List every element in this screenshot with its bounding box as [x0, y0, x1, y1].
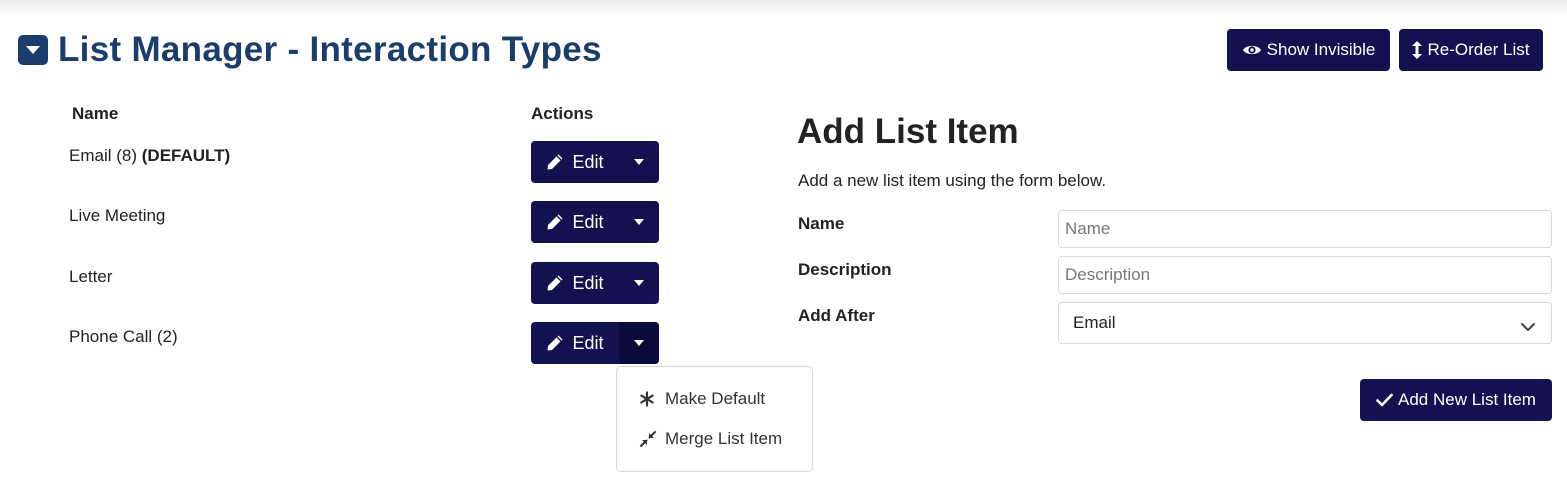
menu-item-merge-list-item[interactable]: Merge List Item: [639, 429, 782, 449]
name-label: Name: [798, 214, 845, 233]
dropdown-toggle[interactable]: [619, 141, 659, 183]
edit-button[interactable]: Edit: [531, 201, 619, 243]
edit-split-button: Edit: [531, 322, 659, 364]
table-row-name: Letter: [69, 267, 112, 287]
dropdown-toggle[interactable]: [619, 322, 659, 364]
form-title: Add List Item: [797, 112, 1019, 151]
pencil-icon: [546, 274, 572, 292]
caret-down-icon: [634, 280, 644, 286]
table-row-name: Phone Call (2): [69, 327, 178, 347]
edit-label: Edit: [572, 151, 604, 172]
caret-down-icon: [634, 219, 644, 225]
add-after-select[interactable]: Email: [1058, 302, 1552, 344]
page-header: List Manager - Interaction Types: [18, 28, 602, 72]
edit-split-button: Edit: [531, 201, 659, 243]
edit-button[interactable]: Edit: [531, 141, 619, 183]
eye-icon: [1242, 43, 1267, 57]
reorder-list-label: Re-Order List: [1427, 40, 1530, 59]
pencil-icon: [546, 153, 572, 171]
table-row-name: Email (8) (DEFAULT): [69, 146, 230, 166]
asterisk-icon: [639, 391, 659, 407]
page-title: List Manager - Interaction Types: [58, 30, 602, 69]
show-invisible-label: Show Invisible: [1266, 40, 1376, 59]
edit-label: Edit: [572, 211, 604, 232]
add-new-list-item-button[interactable]: Add New List Item: [1360, 379, 1552, 421]
dropdown-toggle[interactable]: [619, 201, 659, 243]
row-label: Live Meeting: [69, 206, 166, 225]
edit-dropdown-menu: Make Default Merge List Item: [616, 366, 813, 472]
column-header-actions: Actions: [531, 104, 594, 123]
row-label: Phone Call (2): [69, 327, 178, 346]
edit-label: Edit: [572, 272, 604, 293]
pencil-icon: [546, 213, 572, 231]
edit-split-button: Edit: [531, 141, 659, 183]
caret-down-icon: [634, 340, 644, 346]
row-label: Letter: [69, 267, 113, 286]
add-new-list-item-label: Add New List Item: [1398, 390, 1536, 409]
checkmark-icon: [1376, 393, 1398, 407]
description-input[interactable]: [1058, 256, 1552, 294]
dropdown-toggle[interactable]: [619, 262, 659, 304]
default-badge: (DEFAULT): [141, 146, 231, 165]
pencil-icon: [546, 334, 572, 352]
table-row-name: Live Meeting: [69, 206, 165, 226]
menu-item-make-default[interactable]: Make Default: [639, 389, 765, 409]
reorder-list-button[interactable]: Re-Order List: [1399, 29, 1543, 71]
description-label: Description: [798, 260, 892, 279]
name-input[interactable]: [1058, 210, 1552, 248]
caret-down-icon: [634, 159, 644, 165]
edit-button[interactable]: Edit: [531, 262, 619, 304]
add-after-value: Email: [1073, 313, 1116, 332]
caret-down-square-icon[interactable]: [18, 35, 48, 65]
chevron-down-icon: [1521, 317, 1535, 337]
edit-label: Edit: [572, 332, 604, 353]
edit-split-button: Edit: [531, 262, 659, 304]
compress-arrows-icon: [639, 430, 659, 448]
show-invisible-button[interactable]: Show Invisible: [1227, 29, 1390, 71]
menu-item-label: Merge List Item: [665, 429, 783, 448]
top-shadow: [0, 0, 1567, 16]
edit-button[interactable]: Edit: [531, 322, 619, 364]
form-description: Add a new list item using the form below…: [798, 171, 1107, 190]
row-label: Email (8): [69, 146, 138, 165]
add-after-label: Add After: [798, 306, 875, 325]
menu-item-label: Make Default: [665, 389, 766, 408]
column-header-name: Name: [72, 104, 119, 123]
vertical-arrows-icon: [1412, 41, 1427, 59]
